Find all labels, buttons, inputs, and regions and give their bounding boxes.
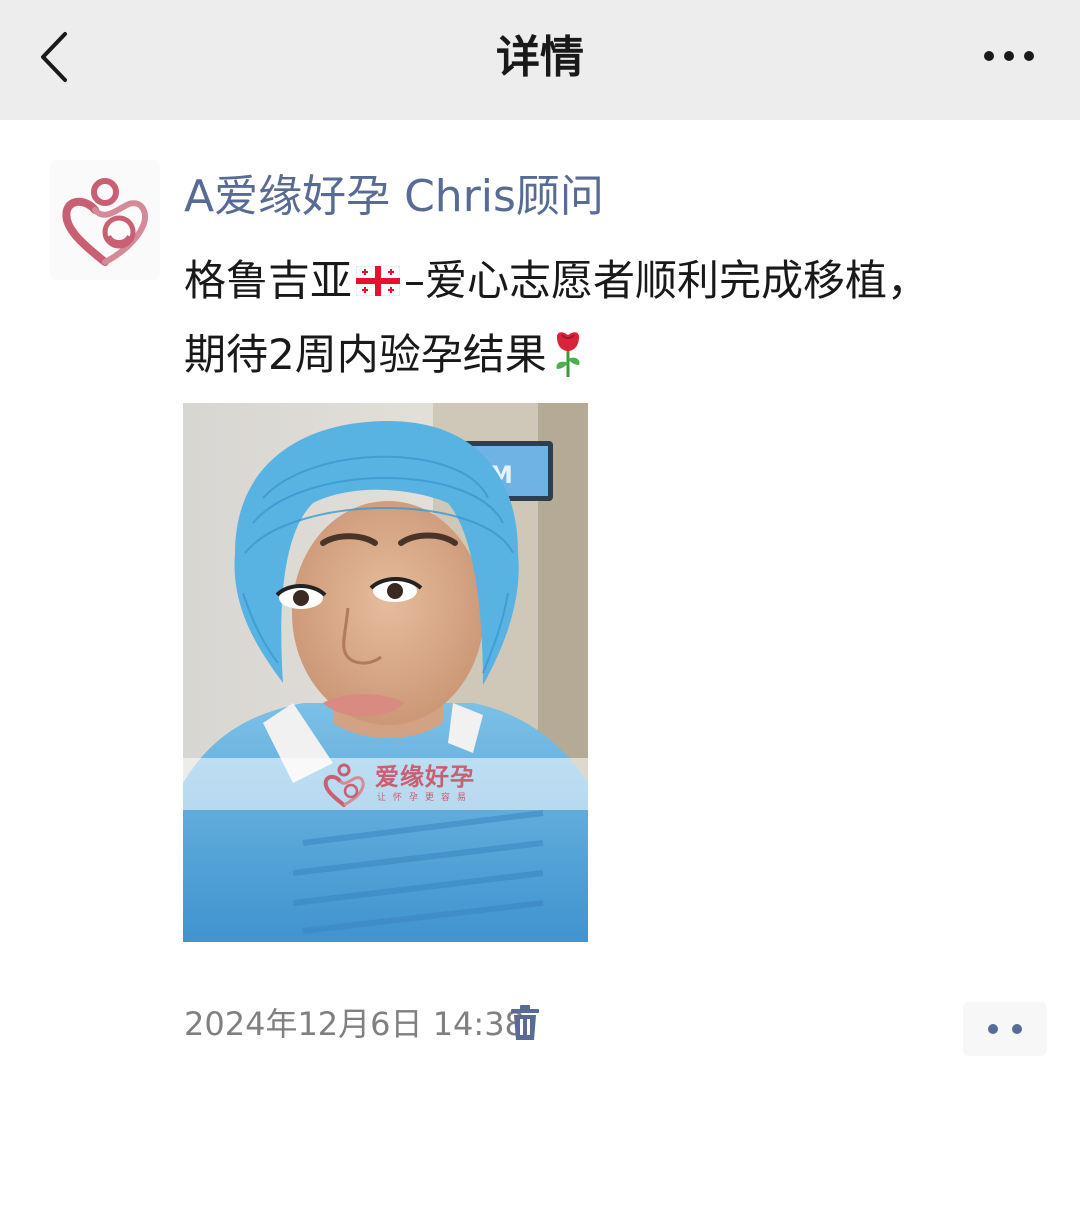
post-text-part2: –爱心志愿者顺利完成移植， [404,256,930,305]
post-photo[interactable]: M 爱缘好孕 让怀孕更容易 [183,403,588,942]
watermark-logo-icon [323,763,365,807]
post-text-part1: 格鲁吉亚 [184,256,353,305]
brand-logo-icon [62,178,149,266]
more-button[interactable] [974,38,1044,74]
watermark-subtitle: 让怀孕更容易 [377,793,474,803]
georgia-flag-icon [356,265,401,296]
page-title: 详情 [496,32,584,83]
trash-icon [511,1005,539,1040]
navbar: 详情 [0,0,1080,120]
author-name[interactable]: A爱缘好孕 Chris顾问 [184,170,604,224]
delete-button[interactable] [508,1003,542,1043]
photo-illustration: M [183,403,588,942]
post-text-part3: 期待2周内验孕结果 [184,330,547,379]
avatar[interactable] [50,160,160,280]
watermark-title: 爱缘好孕 [375,763,475,791]
comment-like-button[interactable] [963,1002,1047,1056]
more-dots-icon [984,51,1034,61]
two-dots-icon [988,1024,1022,1034]
post-text: 格鲁吉亚 –爱心志愿者顺利完成移植， 期待2周内验孕结果 [184,244,1044,392]
rose-icon [556,331,580,377]
post-timestamp: 2024年12月6日 14:38 [184,1005,525,1043]
